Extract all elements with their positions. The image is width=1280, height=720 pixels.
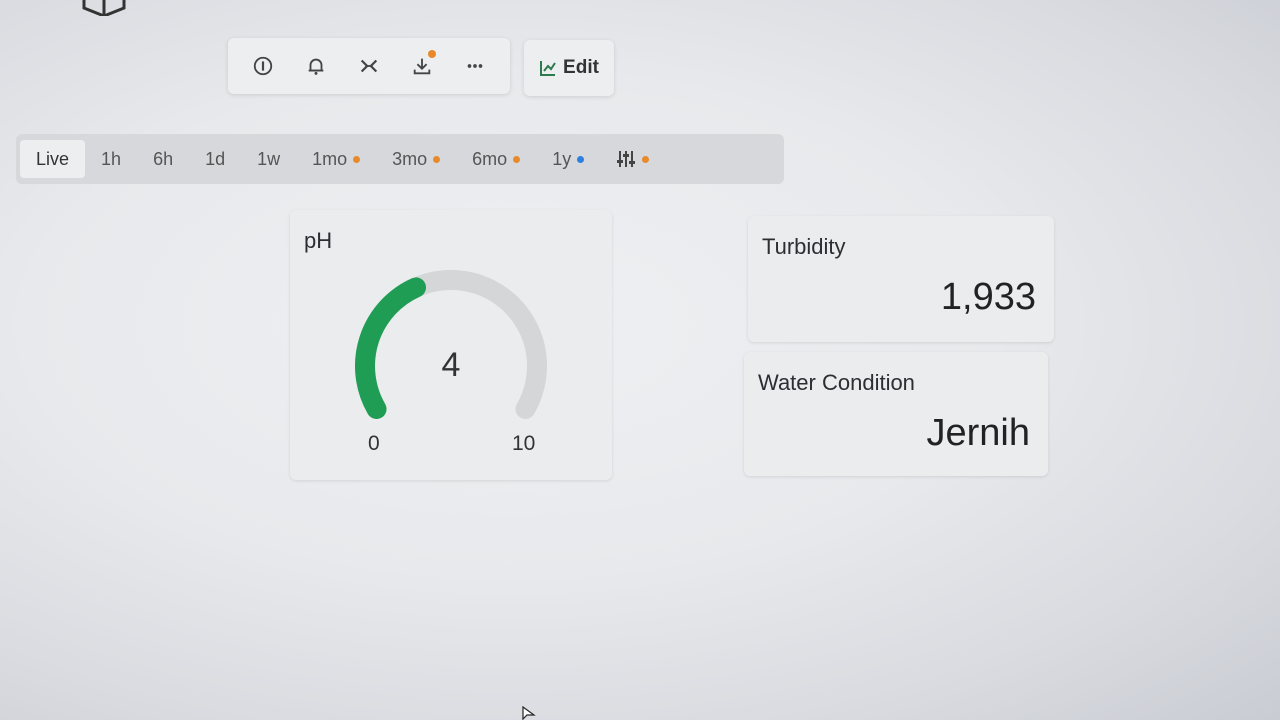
shuffle-icon: [360, 59, 378, 73]
ph-gauge-min: 0: [368, 432, 380, 455]
range-tab-label: 3mo: [392, 148, 428, 169]
filter-dot: [642, 155, 650, 163]
water-condition-card: Water Condition Jernih: [744, 352, 1048, 476]
range-tab-label: 1d: [205, 148, 226, 169]
turbidity-card: Turbidity 1,933: [748, 216, 1054, 342]
range-tab-1y[interactable]: 1y: [536, 140, 600, 178]
range-tab-label: 6h: [153, 148, 174, 169]
range-tab-label: 1h: [101, 148, 122, 169]
more-icon: [468, 64, 483, 68]
range-tab-dot: [577, 155, 585, 163]
dashboard-toolbar: [228, 38, 510, 94]
ph-gauge-value: 4: [441, 346, 461, 384]
range-tab-3mo[interactable]: 3mo: [376, 140, 456, 178]
range-tab-1h[interactable]: 1h: [85, 140, 137, 178]
range-filter-button[interactable]: [600, 140, 665, 178]
notifications-button[interactable]: [296, 46, 336, 86]
ph-gauge-max: 10: [512, 432, 536, 455]
water-condition-title: Water Condition: [758, 370, 915, 395]
sliders-icon: [617, 151, 636, 167]
range-tab-label: 1y: [552, 148, 572, 169]
info-button[interactable]: [243, 46, 283, 86]
range-tab-label: 1mo: [312, 148, 348, 169]
automation-button[interactable]: [349, 46, 389, 86]
range-tab-1mo[interactable]: 1mo: [296, 140, 376, 178]
download-icon: [413, 58, 431, 75]
edit-chart-icon: [540, 61, 556, 76]
edit-button[interactable]: Edit: [524, 40, 614, 96]
range-tab-dot: [353, 155, 361, 163]
turbidity-title: Turbidity: [762, 234, 846, 259]
ph-gauge-title: pH: [304, 228, 333, 253]
range-tab-6h[interactable]: 6h: [137, 140, 189, 178]
range-tab-1d[interactable]: 1d: [189, 140, 241, 178]
bell-icon: [308, 58, 324, 75]
range-tab-label: 1w: [257, 148, 281, 169]
range-tab-label: 6mo: [472, 148, 508, 169]
range-tab-label: Live: [36, 148, 70, 169]
ph-gauge-card: pH 4 0 10: [290, 210, 612, 480]
edit-button-label: Edit: [563, 57, 599, 78]
more-options-button[interactable]: [455, 46, 495, 86]
download-notification-dot: [428, 50, 437, 58]
download-button[interactable]: [402, 46, 442, 86]
range-tab-6mo[interactable]: 6mo: [456, 140, 536, 178]
range-tab-1w[interactable]: 1w: [241, 140, 296, 178]
range-tab-live[interactable]: Live: [20, 140, 86, 178]
app-logo-icon: [82, 0, 126, 16]
range-tab-dot: [513, 155, 521, 163]
info-icon: [253, 56, 272, 76]
time-range-selector: Live 1h 6h 1d 1w 1mo 3mo 6mo 1y: [16, 134, 784, 184]
turbidity-value: 1,933: [940, 276, 1036, 318]
water-condition-value: Jernih: [926, 412, 1031, 454]
range-tab-dot: [433, 155, 441, 163]
mouse-cursor-icon: [522, 706, 536, 720]
